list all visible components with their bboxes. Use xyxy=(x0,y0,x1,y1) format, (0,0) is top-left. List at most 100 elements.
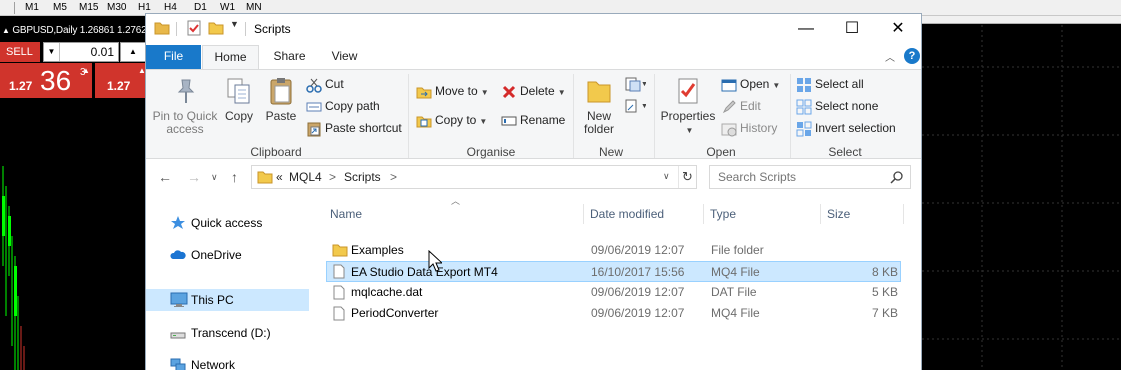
move-to-button[interactable]: Move to ▼ xyxy=(416,81,489,101)
history-button[interactable]: History xyxy=(721,118,777,138)
tab-share[interactable]: Share xyxy=(267,45,312,69)
file-row-ea-studio-data-export[interactable]: EA Studio Data Export MT4 16/10/2017 15:… xyxy=(326,261,901,282)
lot-decrease-arrow-icon[interactable]: ▼ xyxy=(44,43,60,61)
properties-button[interactable]: Properties ▼ xyxy=(660,76,716,137)
nav-item-quick-access[interactable]: Quick access xyxy=(146,212,309,234)
delete-button[interactable]: Delete ▼ xyxy=(501,81,566,101)
select-none-button[interactable]: Select none xyxy=(796,96,878,116)
title-bar[interactable]: ▼ Scripts — ☐ ✕ xyxy=(146,14,921,45)
file-row-periodconverter[interactable]: PeriodConverter 09/06/2019 12:07 MQ4 Fil… xyxy=(326,303,901,324)
nav-item-onedrive[interactable]: OneDrive xyxy=(146,244,309,266)
nav-item-this-pc[interactable]: This PC xyxy=(146,289,309,311)
collapse-ribbon-chevron-icon[interactable]: ︿ xyxy=(885,49,895,64)
invert-selection-icon xyxy=(796,121,812,137)
ribbon-home: Pin to Quick access Copy Paste Cut Copy … xyxy=(146,69,921,159)
svg-text:▼: ▼ xyxy=(641,103,646,110)
file-list: ︿ Name Date modified Type Size Examples … xyxy=(326,194,921,370)
move-to-icon xyxy=(416,87,432,99)
paste-shortcut-button[interactable]: Paste shortcut xyxy=(306,118,402,138)
right-chart-area[interactable] xyxy=(922,25,1121,370)
copy-label: Copy xyxy=(224,109,253,123)
breadcrumb-scripts[interactable]: Scripts xyxy=(344,170,381,184)
copy-path-button[interactable]: Copy path xyxy=(306,96,380,116)
group-separator xyxy=(654,74,655,158)
properties-check-icon[interactable] xyxy=(186,20,202,36)
copy-path-icon xyxy=(306,102,322,112)
breadcrumb-mql4[interactable]: MQL4 xyxy=(289,170,322,184)
column-header-type[interactable]: Type xyxy=(706,204,821,224)
minimize-button[interactable]: — xyxy=(783,14,829,44)
paste-button[interactable]: Paste xyxy=(262,76,300,123)
up-arrow-icon[interactable]: ↑ xyxy=(231,169,238,185)
column-header-size[interactable]: Size xyxy=(823,204,904,224)
lot-size-field[interactable]: ▼ 0.01 xyxy=(43,42,119,62)
move-to-label: Move to xyxy=(435,84,478,98)
file-size: 7 KB xyxy=(871,306,898,320)
file-row-mqlcache[interactable]: mqlcache.dat 09/06/2019 12:07 DAT File 5… xyxy=(326,282,901,303)
column-header-date-modified[interactable]: Date modified xyxy=(586,204,704,224)
paste-icon xyxy=(270,78,292,105)
computer-icon xyxy=(170,292,188,307)
properties-icon xyxy=(678,78,698,104)
search-input[interactable] xyxy=(710,166,885,188)
cut-label: Cut xyxy=(325,77,344,91)
new-folder-icon[interactable] xyxy=(208,20,224,36)
copy-icon xyxy=(227,78,250,104)
new-folder-button[interactable]: New folder xyxy=(579,76,619,136)
nav-item-network[interactable]: Network xyxy=(146,354,309,370)
nav-item-label: OneDrive xyxy=(191,248,242,262)
sell-price-panel[interactable]: 1.27 36 3 xyxy=(0,63,92,98)
address-bar[interactable]: « MQL4 > Scripts > ∨ ↻ xyxy=(251,165,697,189)
select-all-button[interactable]: Select all xyxy=(796,74,864,94)
paste-label: Paste xyxy=(265,109,297,123)
close-button[interactable]: ✕ xyxy=(875,14,921,44)
rename-label: Rename xyxy=(520,113,566,127)
open-button[interactable]: Open ▼ xyxy=(721,74,780,94)
column-header-name[interactable]: Name xyxy=(326,204,584,224)
copy-to-icon xyxy=(416,116,432,128)
pin-to-quick-access-button[interactable]: Pin to Quick access xyxy=(152,76,218,136)
file-name: EA Studio Data Export MT4 xyxy=(351,265,498,279)
address-history-dropdown-icon[interactable]: ∨ xyxy=(663,171,670,182)
copy-button[interactable]: Copy xyxy=(222,76,256,123)
toolbar-separator xyxy=(14,2,15,14)
lot-increase-arrow-icon[interactable]: ▲ xyxy=(120,42,146,62)
breadcrumb-separator[interactable]: > xyxy=(390,170,397,184)
file-row-examples[interactable]: Examples 09/06/2019 12:07 File folder xyxy=(326,240,901,261)
properties-label: Properties xyxy=(660,109,716,123)
search-box[interactable] xyxy=(709,165,911,189)
file-type: File folder xyxy=(711,243,764,257)
history-icon xyxy=(721,123,737,137)
easy-access-icon[interactable]: ▼ xyxy=(624,98,646,114)
edit-button[interactable]: Edit xyxy=(721,96,761,116)
maximize-button[interactable]: ☐ xyxy=(829,14,875,44)
refresh-icon[interactable]: ↻ xyxy=(678,166,696,188)
invert-selection-button[interactable]: Invert selection xyxy=(796,118,896,138)
sell-button[interactable]: SELL xyxy=(0,42,40,62)
delete-x-icon xyxy=(502,85,516,98)
forward-arrow-icon[interactable]: → xyxy=(187,169,201,185)
new-folder-icon xyxy=(587,81,611,103)
timeframe-m30-button[interactable]: M30 xyxy=(107,1,126,15)
nav-item-transcend-drive[interactable]: Transcend (D:) xyxy=(146,322,309,344)
rename-button[interactable]: Rename xyxy=(501,110,565,130)
breadcrumb-overflow[interactable]: « xyxy=(276,170,283,184)
tab-view[interactable]: View xyxy=(322,45,367,69)
breadcrumb-separator[interactable]: > xyxy=(329,170,336,184)
select-none-label: Select none xyxy=(815,99,879,113)
help-icon[interactable]: ? xyxy=(904,48,920,64)
customize-qat-dropdown-icon[interactable]: ▼ xyxy=(230,19,239,29)
star-icon xyxy=(171,216,185,229)
ribbon-tabs: File Home Share View ︿ ? xyxy=(146,45,921,70)
new-item-icon[interactable]: ▼ xyxy=(624,76,646,92)
cut-button[interactable]: Cut xyxy=(306,74,344,94)
tab-home[interactable]: Home xyxy=(202,45,259,70)
back-arrow-icon[interactable]: ← xyxy=(158,169,172,185)
copy-to-button[interactable]: Copy to ▼ xyxy=(416,110,487,130)
timeframe-m15-button[interactable]: M15 xyxy=(79,1,98,15)
file-date-modified: 09/06/2019 12:07 xyxy=(591,306,685,320)
recent-locations-chevron-icon[interactable]: ∨ xyxy=(211,172,218,183)
timeframe-m1-button[interactable]: M1 xyxy=(25,1,39,15)
timeframe-m5-button[interactable]: M5 xyxy=(53,1,67,15)
tab-file[interactable]: File xyxy=(146,45,201,69)
